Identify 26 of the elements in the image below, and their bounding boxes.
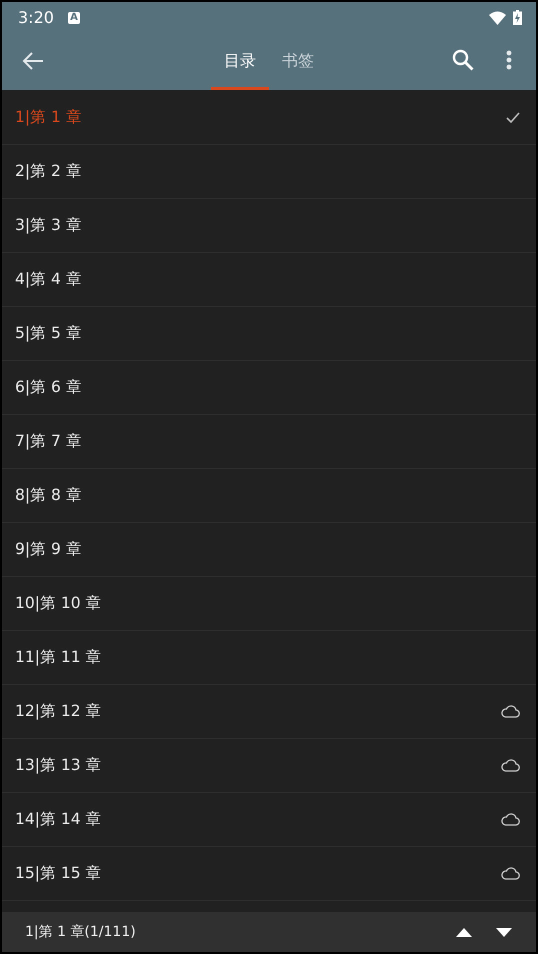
notification-badge: A: [68, 12, 80, 24]
check-icon: [506, 112, 520, 123]
down-arrow-icon[interactable]: [496, 928, 512, 936]
wifi-icon: [489, 10, 506, 24]
chapter-item[interactable]: 10|第 10 章: [15, 593, 520, 614]
chapter-item[interactable]: 15|第 15 章: [15, 863, 501, 884]
chapter-item[interactable]: 11|第 11 章: [15, 647, 520, 668]
chapter-item[interactable]: 1|第 1 章: [15, 107, 506, 128]
chapter-item[interactable]: 12|第 12 章: [15, 701, 501, 722]
status-time: 3:20: [18, 8, 54, 27]
chapter-item[interactable]: 9|第 9 章: [15, 539, 520, 560]
chapter-item[interactable]: 7|第 7 章: [15, 431, 520, 452]
up-arrow-icon[interactable]: [456, 928, 472, 936]
chapter-item[interactable]: 3|第 3 章: [15, 215, 520, 236]
back-icon[interactable]: [22, 51, 44, 71]
chapter-item[interactable]: 6|第 6 章: [15, 377, 520, 398]
search-icon[interactable]: [452, 49, 474, 71]
battery-icon: [513, 10, 522, 25]
chapter-item[interactable]: 8|第 8 章: [15, 485, 520, 506]
chapter-item[interactable]: 5|第 5 章: [15, 323, 520, 344]
chapter-item[interactable]: 2|第 2 章: [15, 161, 520, 182]
chapter-position: 1|第 1 章(1/111): [25, 923, 137, 941]
chapter-item[interactable]: 4|第 4 章: [15, 269, 520, 290]
more-icon[interactable]: [506, 50, 512, 70]
chapter-item[interactable]: 14|第 14 章: [15, 809, 501, 830]
chapter-item[interactable]: 13|第 13 章: [15, 755, 501, 776]
